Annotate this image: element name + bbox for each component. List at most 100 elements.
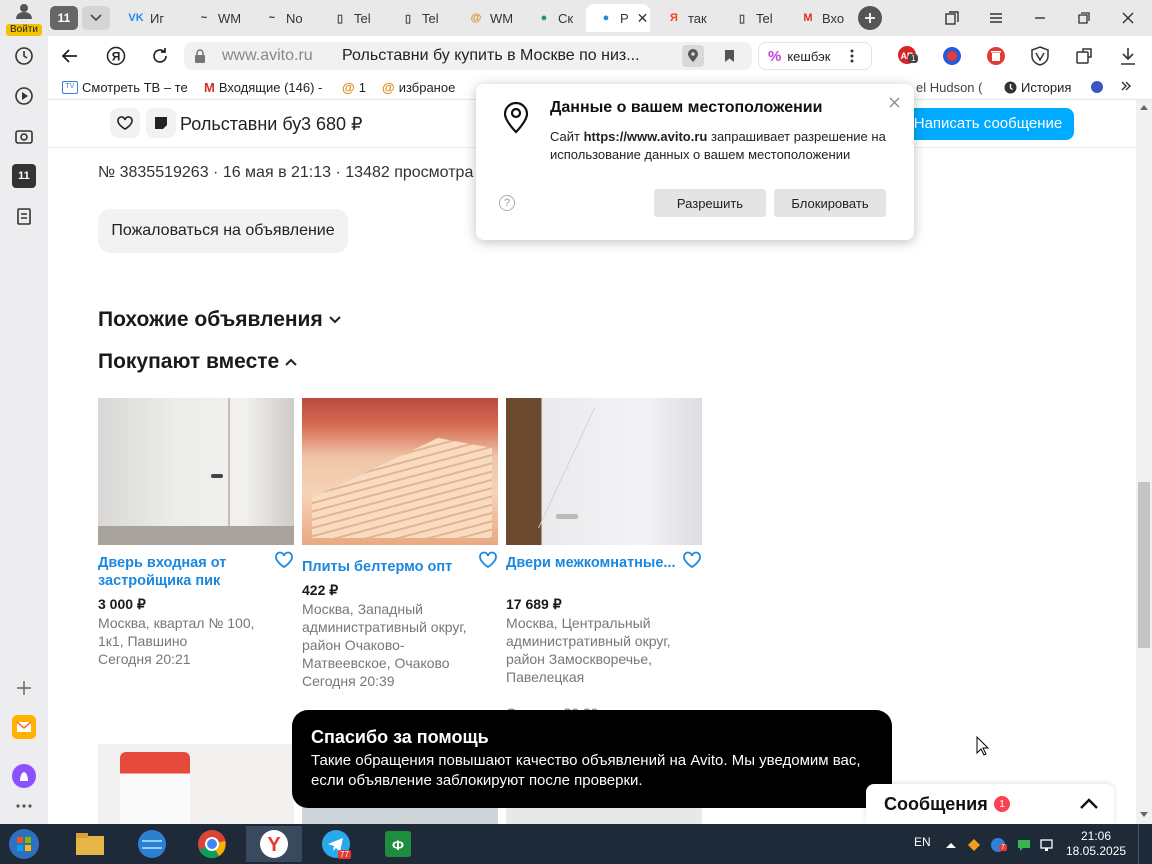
mail-sidebar-button[interactable] — [12, 715, 36, 739]
tab-close-icon[interactable]: ✕ — [637, 10, 649, 27]
player-sidebar-button[interactable] — [12, 84, 36, 108]
taskbar-yandex-browser[interactable]: Y — [246, 826, 302, 862]
messages-panel[interactable]: Сообщения 1 — [866, 784, 1114, 824]
allow-location-button[interactable]: Разрешить — [654, 189, 766, 217]
alice-sidebar-button[interactable] — [12, 764, 36, 788]
restore-button[interactable] — [1072, 6, 1096, 30]
browser-tab[interactable]: ▯ Tel — [388, 4, 452, 32]
tab-label: так — [688, 10, 707, 26]
browser-tab[interactable]: ▯ Tel — [320, 4, 384, 32]
window-close-button[interactable] — [1116, 6, 1140, 30]
browser-tab[interactable]: ~ No — [252, 4, 316, 32]
card-title[interactable]: Плиты белтермо опт — [302, 558, 472, 576]
browser-tab[interactable]: ▯ Tel — [722, 4, 784, 32]
tray-app-icon[interactable] — [966, 837, 982, 853]
page-scrollbar[interactable] — [1136, 100, 1152, 824]
popup-help-icon[interactable]: ? — [499, 195, 515, 211]
bookmark-page-button[interactable] — [718, 45, 740, 67]
browser-tab[interactable]: VK Иг — [116, 4, 180, 32]
bookmark-label: История — [1021, 80, 1072, 95]
bookmark-hudson[interactable]: el Hudson ( — [916, 80, 982, 95]
bookmarks-overflow-button[interactable] — [1120, 80, 1132, 92]
write-message-button[interactable]: Написать сообщение — [902, 108, 1074, 140]
more-sidebar-button[interactable] — [12, 794, 36, 818]
collections-button[interactable] — [940, 6, 964, 30]
bookmark-gmail[interactable]: M Входящие (146) - — [204, 80, 322, 95]
popup-close-button[interactable] — [884, 92, 904, 112]
browser-tab[interactable]: @ WM — [456, 4, 520, 32]
buy-together-toggle[interactable]: Покупают вместе — [98, 350, 297, 374]
tabs-sidebar-button[interactable]: 11 — [12, 164, 36, 188]
taskbar-chrome[interactable] — [184, 826, 240, 862]
tab-label: Tel — [422, 10, 439, 26]
chevron-up-icon[interactable] — [1080, 798, 1098, 809]
minimize-button[interactable] — [1028, 6, 1052, 30]
keyboard-language[interactable]: EN — [914, 835, 931, 849]
scrollbar-thumb[interactable] — [1138, 482, 1150, 648]
notes-sidebar-button[interactable] — [12, 204, 36, 228]
reload-button[interactable] — [148, 44, 172, 68]
taskbar-explorer[interactable] — [62, 826, 118, 862]
location-permission-button[interactable] — [682, 45, 704, 67]
extensions-button[interactable] — [1072, 44, 1096, 68]
card-title[interactable]: Двери межкомнатные... — [506, 554, 676, 572]
user-icon — [16, 4, 32, 19]
show-desktop-button[interactable] — [1138, 824, 1152, 864]
block-location-button[interactable]: Блокировать — [774, 189, 886, 217]
listing-photo-door[interactable] — [98, 398, 294, 545]
address-bar[interactable]: www.avito.ru Рольставни бу купить в Моск… — [184, 42, 752, 70]
heart-icon[interactable] — [478, 551, 498, 569]
cleaner-extension-button[interactable] — [984, 44, 1008, 68]
heart-icon[interactable] — [682, 551, 702, 569]
scroll-down-arrow[interactable] — [1140, 812, 1148, 818]
heart-icon[interactable] — [274, 551, 294, 569]
bookmark-favorites[interactable]: @ избраное — [382, 80, 455, 95]
tab-list-chevron[interactable] — [82, 6, 110, 30]
taskbar-app[interactable]: Ф — [370, 826, 426, 862]
back-button[interactable] — [58, 44, 82, 68]
tab-label: Tel — [756, 10, 773, 26]
bookmark-history[interactable]: История — [1004, 80, 1071, 95]
browser-tab[interactable]: Ятак — [654, 4, 718, 32]
door-pattern-shape — [538, 408, 724, 528]
listing-card[interactable]: Плиты белтермо опт 422 ₽ Москва, Западны… — [302, 398, 498, 718]
screenshot-sidebar-button[interactable] — [12, 124, 36, 148]
trash-icon — [987, 47, 1005, 65]
taskbar-media[interactable] — [124, 826, 180, 862]
browser-tab[interactable]: M Вхо — [788, 4, 850, 32]
browser-tab[interactable]: ● Р ✕ — [586, 4, 650, 32]
downloads-button[interactable] — [1116, 44, 1140, 68]
listing-card[interactable]: Двери межкомнатные... 17 689 ₽ Москва, Ц… — [506, 398, 724, 721]
favorite-button[interactable] — [110, 108, 140, 138]
adblock-extension-button[interactable]: AB 1 — [896, 44, 920, 68]
listing-card[interactable]: Дверь входная от застройщика пик 3 000 ₽… — [98, 398, 294, 718]
tray-chat-icon[interactable] — [1016, 837, 1032, 853]
taskbar-clock[interactable]: 21:06 18.05.2025 — [1066, 829, 1126, 859]
tab-counter-button[interactable]: 11 — [50, 6, 78, 30]
report-listing-button[interactable]: Пожаловаться на объявление — [98, 209, 348, 253]
start-button[interactable] — [2, 826, 46, 862]
card-title[interactable]: Дверь входная от застройщика пик — [98, 554, 268, 590]
taskbar-telegram[interactable]: 77 — [308, 826, 364, 862]
yandex-button[interactable]: Я — [104, 44, 128, 68]
cashback-button[interactable]: % кешбэк — [758, 42, 872, 70]
vue-extension-button[interactable] — [1028, 44, 1052, 68]
history-sidebar-button[interactable] — [12, 44, 36, 68]
browser-tab[interactable]: ● Ск — [524, 4, 582, 32]
profile-button[interactable]: Войти — [4, 2, 44, 36]
listing-photo-paint[interactable] — [98, 744, 294, 824]
browser-menu-button[interactable] — [984, 6, 1008, 30]
new-tab-button[interactable] — [858, 6, 882, 30]
bookmark-webmoney-1[interactable]: @ 1 — [342, 80, 366, 95]
note-button[interactable] — [146, 108, 176, 138]
network-icon[interactable] — [1040, 838, 1056, 852]
bookmark-tv[interactable]: TV Смотреть ТВ – те — [62, 80, 188, 95]
add-sidebar-button[interactable] — [12, 676, 36, 700]
tray-expand-icon[interactable] — [946, 842, 956, 848]
similar-listings-toggle[interactable]: Похожие объявления — [98, 308, 341, 332]
bookmark-ext[interactable] — [1090, 80, 1104, 94]
scroll-up-arrow[interactable] — [1140, 104, 1148, 110]
url-page-title: Рольставни бу купить в Москве по низ... — [342, 47, 640, 64]
browser-tab[interactable]: ~ WM — [184, 4, 248, 32]
vpn-extension-button[interactable] — [940, 44, 964, 68]
